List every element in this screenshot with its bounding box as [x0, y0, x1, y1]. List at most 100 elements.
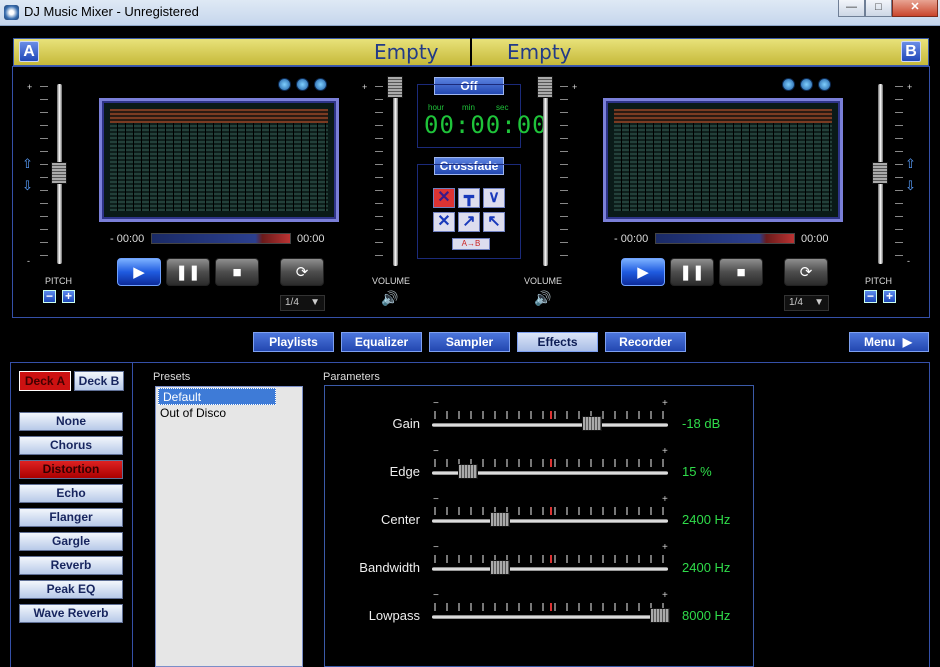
crossfade-curve-5-icon[interactable]: ↗	[458, 212, 480, 232]
param-gain-knob[interactable]	[582, 416, 602, 431]
deck-b-badge[interactable]: B	[901, 41, 921, 62]
tab-recorder[interactable]: Recorder	[605, 332, 686, 352]
effect-none-button[interactable]: None	[19, 412, 123, 431]
crossfade-curve-1-icon[interactable]: ✕	[433, 188, 455, 208]
pitch-b-up-icon[interactable]: ⇧	[905, 156, 916, 172]
volume-b-slider[interactable]	[543, 78, 548, 266]
effects-deck-b-button[interactable]: Deck B	[74, 371, 124, 391]
deck-a-loop-icon[interactable]	[296, 78, 309, 91]
tab-equalizer[interactable]: Equalizer	[341, 332, 422, 352]
deck-a-progress-bar[interactable]	[151, 233, 291, 244]
pitch-a-label: PITCH	[45, 276, 72, 286]
app-icon	[4, 5, 19, 20]
pitch-b-ticks	[895, 86, 903, 264]
maximize-button[interactable]: □	[865, 0, 892, 17]
deck-a-badge[interactable]: A	[19, 41, 39, 62]
pitch-a-up-icon[interactable]: ⇧	[22, 156, 33, 172]
volume-a-slider[interactable]	[393, 78, 398, 266]
deck-a-time-right: 00:00	[297, 233, 325, 245]
param-gain-min-mark: −	[433, 398, 439, 409]
deck-b-loop-button[interactable]: ⟳	[784, 258, 828, 286]
pitch-a-plus-button[interactable]: +	[62, 290, 75, 303]
parameters-title: Parameters	[323, 371, 380, 383]
deck-a-speed-select[interactable]: 1/4 ▼	[280, 295, 325, 311]
close-button[interactable]: ✕	[892, 0, 938, 17]
param-gain-slider[interactable]	[432, 423, 668, 427]
param-center-label: Center	[380, 512, 420, 527]
param-bandwidth-center-tick	[550, 555, 552, 563]
chevron-down-icon: ▼	[310, 297, 320, 308]
pitch-b-plus-button[interactable]: +	[883, 290, 896, 303]
param-center-slider[interactable]	[432, 519, 668, 523]
param-lowpass-center-tick	[550, 603, 552, 611]
effects-deck-a-button[interactable]: Deck A	[19, 371, 71, 391]
deck-b-play-button[interactable]: ▶	[621, 258, 665, 286]
pitch-b-minus-button[interactable]: −	[864, 290, 877, 303]
pitch-a-minus: -	[27, 256, 30, 266]
deck-a-sync-icon[interactable]	[314, 78, 327, 91]
effect-distortion-button[interactable]: Distortion	[19, 460, 123, 479]
pitch-b-down-icon[interactable]: ⇩	[905, 178, 916, 194]
crossfade-curve-2-icon[interactable]: ┳	[458, 188, 480, 208]
menu-button[interactable]: Menu ▶	[849, 332, 929, 352]
deck-b-speed-select[interactable]: 1/4 ▼	[784, 295, 829, 311]
volume-a-ticks	[375, 86, 383, 264]
pitch-a-down-icon[interactable]: ⇩	[22, 178, 33, 194]
deck-a-stop-button[interactable]: ■	[215, 258, 259, 286]
effect-gargle-button[interactable]: Gargle	[19, 532, 123, 551]
effect-peak-eq-button[interactable]: Peak EQ	[19, 580, 123, 599]
deck-b-speed-value: 1/4	[789, 297, 803, 308]
effect-flanger-button[interactable]: Flanger	[19, 508, 123, 527]
minimize-button[interactable]: —	[838, 0, 865, 17]
volume-a-knob[interactable]	[387, 76, 403, 98]
pitch-b-knob[interactable]	[872, 162, 888, 184]
deck-b-sync-icon[interactable]	[818, 78, 831, 91]
pitch-b-label: PITCH	[865, 276, 892, 286]
deck-a-eq-icon[interactable]	[278, 78, 291, 91]
param-gain-label: Gain	[392, 416, 420, 431]
param-edge-knob[interactable]	[458, 464, 478, 479]
param-lowpass-slider[interactable]	[432, 615, 668, 619]
deck-b-stop-button[interactable]: ■	[719, 258, 763, 286]
chevron-right-icon: ▶	[902, 335, 912, 349]
tab-playlists[interactable]: Playlists	[253, 332, 334, 352]
tab-effects[interactable]: Effects	[517, 332, 598, 352]
volume-b-knob[interactable]	[537, 76, 553, 98]
param-lowpass-min-mark: −	[433, 590, 439, 601]
deck-b-eq-icon[interactable]	[782, 78, 795, 91]
preset-item[interactable]: Out of Disco	[156, 405, 302, 422]
deck-b-loop-icon[interactable]	[800, 78, 813, 91]
deck-b-time-right: 00:00	[801, 233, 829, 245]
param-edge-min-mark: −	[433, 446, 439, 457]
effect-wave-reverb-button[interactable]: Wave Reverb	[19, 604, 123, 623]
effect-chorus-button[interactable]: Chorus	[19, 436, 123, 455]
deck-b-pause-button[interactable]: ❚❚	[670, 258, 714, 286]
crossfade-curve-4-icon[interactable]: ✕	[433, 212, 455, 232]
pitch-a-knob[interactable]	[51, 162, 67, 184]
effects-divider	[132, 362, 133, 667]
param-gain-value: -18 dB	[682, 416, 721, 431]
crossfade-curve-6-icon[interactable]: ↖	[483, 212, 505, 232]
deck-a-pause-button[interactable]: ❚❚	[166, 258, 210, 286]
a-to-b-button[interactable]: A→B	[452, 238, 490, 250]
header-divider	[470, 37, 472, 67]
speaker-b-icon[interactable]: 🔊	[534, 290, 551, 307]
presets-list[interactable]: Default Out of Disco	[155, 386, 303, 667]
deck-a-loop-button[interactable]: ⟳	[280, 258, 324, 286]
speaker-a-icon[interactable]: 🔊	[381, 290, 398, 307]
tab-sampler[interactable]: Sampler	[429, 332, 510, 352]
param-center-knob[interactable]	[490, 512, 510, 527]
pitch-b-plus: +	[907, 82, 913, 92]
deck-b-progress-bar[interactable]	[655, 233, 795, 244]
deck-a-play-button[interactable]: ▶	[117, 258, 161, 286]
volume-b-label: VOLUME	[524, 276, 563, 286]
param-bandwidth-knob[interactable]	[490, 560, 510, 575]
param-bandwidth-min-mark: −	[433, 542, 439, 553]
effect-echo-button[interactable]: Echo	[19, 484, 123, 503]
crossfade-curve-3-icon[interactable]: ∨	[483, 188, 505, 208]
param-bandwidth-slider[interactable]	[432, 567, 668, 571]
preset-item[interactable]: Default	[158, 388, 276, 405]
pitch-a-minus-button[interactable]: −	[43, 290, 56, 303]
effect-reverb-button[interactable]: Reverb	[19, 556, 123, 575]
param-lowpass-knob[interactable]	[650, 608, 670, 623]
